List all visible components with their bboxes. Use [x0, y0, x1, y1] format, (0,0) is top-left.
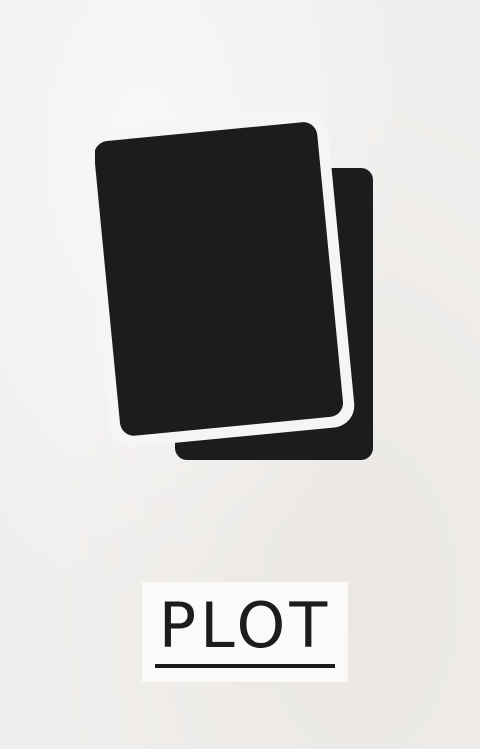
card-label-plate: PLOT — [142, 582, 348, 682]
stacked-cards-icon — [95, 110, 373, 460]
card-label-underline — [155, 664, 335, 668]
plot-card[interactable]: PLOT — [0, 0, 480, 749]
front-card-shape — [95, 122, 344, 436]
card-label: PLOT — [158, 589, 332, 662]
